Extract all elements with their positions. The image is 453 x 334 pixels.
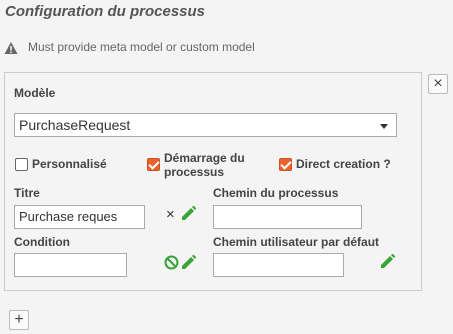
chevron-down-icon <box>380 124 388 129</box>
custom-checkbox-label: Personnalisé <box>32 157 107 171</box>
process-path-label: Chemin du processus <box>213 186 339 200</box>
condition-label: Condition <box>14 235 70 249</box>
edit-user-path-pencil-icon[interactable] <box>380 254 395 269</box>
user-path-label: Chemin utilisateur par défaut <box>213 235 380 249</box>
start-process-label-line1: Démarrage du <box>164 151 245 165</box>
model-label: Modèle <box>14 86 56 100</box>
add-button[interactable]: + <box>9 310 29 330</box>
start-process-checkbox[interactable] <box>147 158 160 171</box>
prohibited-icon[interactable] <box>164 255 179 270</box>
page-title: Configuration du processus <box>5 3 206 20</box>
custom-checkbox[interactable] <box>15 158 28 171</box>
title-input[interactable]: Purchase reques <box>14 205 145 229</box>
edit-condition-pencil-icon[interactable] <box>181 255 196 270</box>
warning-message: Must provide meta model or custom model <box>28 40 255 54</box>
condition-input[interactable] <box>14 253 127 277</box>
model-select[interactable]: PurchaseRequest <box>14 113 397 137</box>
direct-creation-checkbox[interactable] <box>279 158 292 171</box>
warning-icon <box>4 41 18 55</box>
process-path-input[interactable] <box>213 205 362 229</box>
clear-title-icon[interactable]: × <box>166 206 175 223</box>
model-select-value: PurchaseRequest <box>19 117 131 133</box>
title-label: Titre <box>14 186 40 200</box>
close-button[interactable]: × <box>428 74 448 94</box>
direct-creation-label: Direct creation ? <box>296 157 391 171</box>
edit-title-pencil-icon[interactable] <box>181 206 196 221</box>
start-process-label-line2: processus <box>164 165 225 179</box>
user-path-input[interactable] <box>213 253 344 277</box>
